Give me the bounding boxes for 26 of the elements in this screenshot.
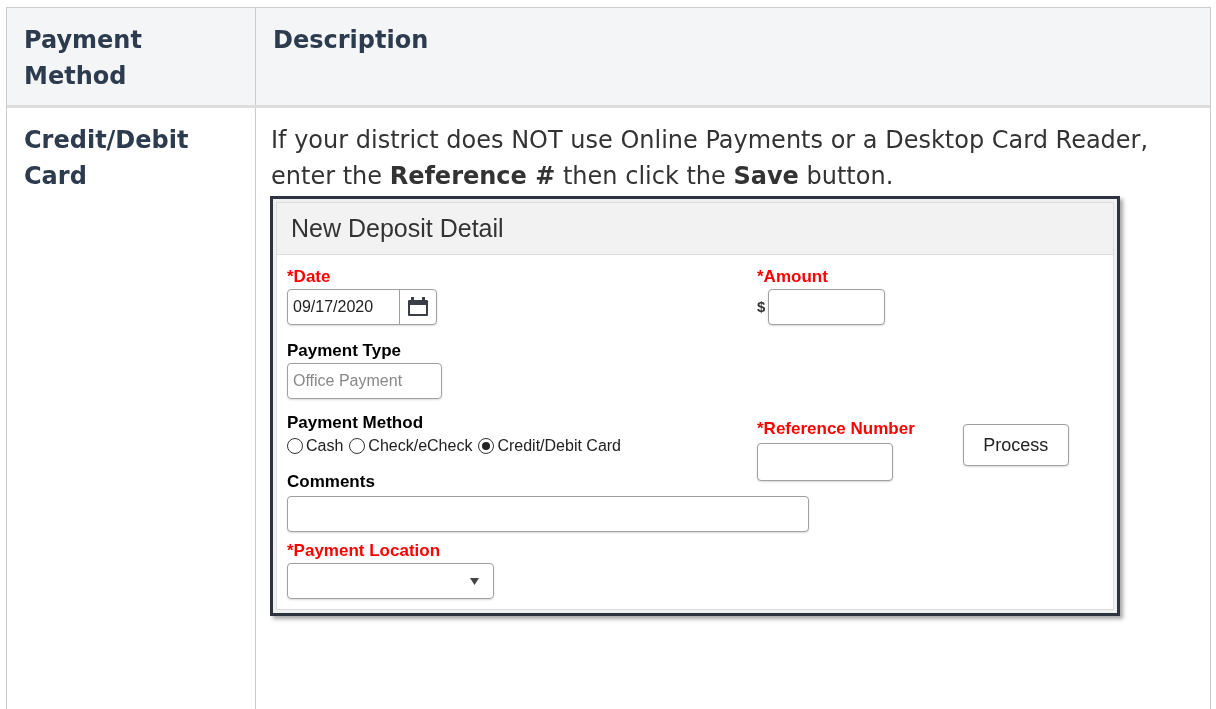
amount-label: *Amount bbox=[757, 267, 829, 287]
reference-number-field[interactable] bbox=[757, 443, 893, 481]
payment-method-radio[interactable]: Credit/Debit Card bbox=[478, 434, 621, 458]
date-field[interactable]: 09/17/2020 bbox=[287, 289, 437, 325]
date-label: *Date bbox=[287, 267, 332, 287]
currency-symbol: $ bbox=[757, 296, 766, 317]
amount-field[interactable] bbox=[768, 289, 886, 325]
calendar-icon[interactable] bbox=[407, 297, 429, 317]
date-value: 09/17/2020 bbox=[292, 297, 375, 317]
comments-field[interactable] bbox=[287, 496, 809, 532]
form-title: New Deposit Detail bbox=[291, 212, 504, 244]
payment-type-field[interactable]: Office Payment bbox=[287, 363, 442, 399]
reference-number-label: *Reference Number bbox=[757, 419, 915, 439]
payment-method-radio[interactable]: Cash bbox=[287, 434, 344, 458]
payment-location-label: *Payment Location bbox=[287, 541, 442, 561]
payment-location-dropdown[interactable] bbox=[287, 563, 494, 599]
column-header: Description bbox=[273, 25, 430, 56]
payment-method-label: Payment Method bbox=[287, 413, 425, 433]
description-text: If your district does NOT use Online Payments or a Desktop Card Reader, enter the Reference # then click the Save button. bbox=[271, 125, 1150, 192]
process-button[interactable]: Process bbox=[962, 424, 1069, 466]
comments-label: Comments bbox=[287, 472, 376, 492]
caret-icon bbox=[470, 577, 479, 585]
payment-method-cell-text: Credit/Debit Card bbox=[24, 125, 190, 192]
column-header: Payment Method bbox=[24, 25, 143, 92]
payment-method-radio[interactable]: Check/eCheck bbox=[349, 434, 473, 458]
payment-type-label: Payment Type bbox=[287, 341, 402, 361]
